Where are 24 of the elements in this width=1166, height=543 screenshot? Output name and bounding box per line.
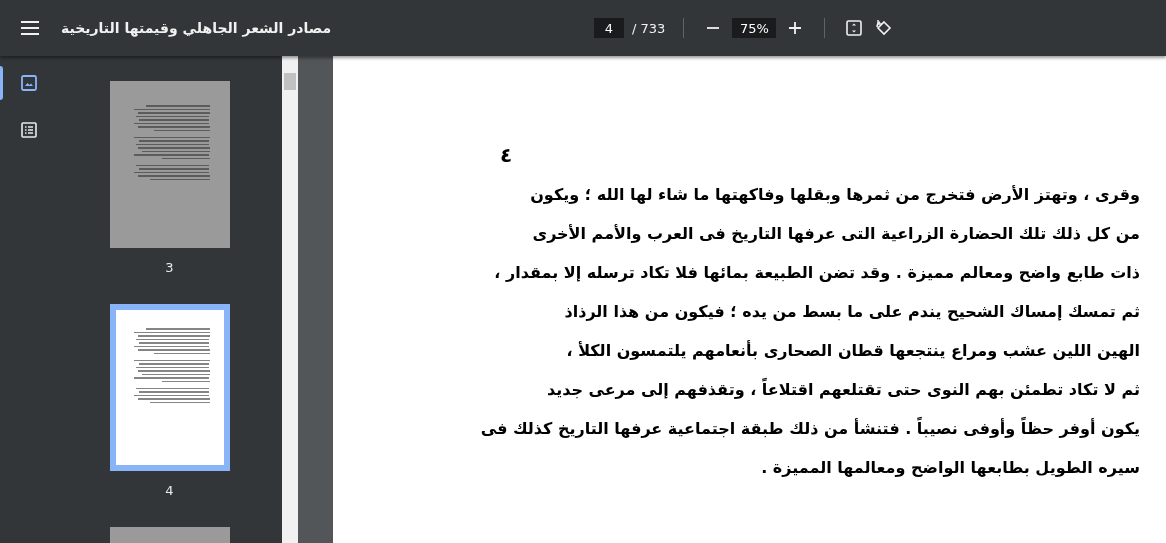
menu-icon [21, 21, 39, 35]
zoom-field[interactable]: 75% [732, 18, 777, 38]
page-thumbnail[interactable] [109, 81, 230, 248]
page-count: / 733 [632, 20, 666, 36]
text-line: من كل ذلك تلك الحضارة الزراعية التى عرفها التاريخ فى العرب والأمم الأخرى [532, 223, 1140, 245]
page-label: 4 [165, 483, 174, 498]
document-title: مصادر الشعر الجاهلي وقيمتها التاريخية [61, 20, 333, 36]
text-line: ثم لا تكاد تطمئن بهم النوى حتى تقتلعهم اقتلاعاً ، وتقذفهم إلى مرعى جديد [546, 377, 1140, 401]
page-number-field[interactable]: 4 [594, 18, 624, 38]
text-line: ذات طابع واضح ومعالم مميزة . وقد تضن الطبيعة بمائها فلا تكاد ترسله إلا بمقدار ، [494, 262, 1140, 284]
plus-icon [789, 22, 802, 34]
minus-icon [707, 27, 720, 29]
page-label: 3 [165, 260, 174, 275]
text-line: الهين اللين عشب ومراع ينتجعها قطان الصحارى بأنعامهم يلتمسون الكلأ ، [566, 339, 1140, 362]
fit-page-icon [846, 20, 863, 36]
text-line: ثم تمسك إمساك الشحيح يندم على ما بسط من يده ؛ فيكون من هذا الرذاذ [564, 301, 1140, 323]
text-line: وقرى ، وتهتز الأرض فتخرج من ثمرها وبقلها وفاكهتها ما شاء لها الله ؛ ويكون [530, 184, 1140, 206]
list-icon [20, 122, 37, 138]
scrollbar[interactable] [282, 56, 298, 543]
text-line: يكون أوفر حظاً وأوفى نصيباً . فتنشأ من ذلك طبقة اجتماعية عرفها التاريخ كذلك فى [480, 416, 1140, 440]
page-thumbnail[interactable] [109, 304, 230, 471]
image-icon [20, 75, 37, 91]
text-line: سيره الطويل بطابعها الواضح ومعالمها المميزة . [761, 457, 1140, 479]
page-number: ٤ [500, 143, 514, 167]
